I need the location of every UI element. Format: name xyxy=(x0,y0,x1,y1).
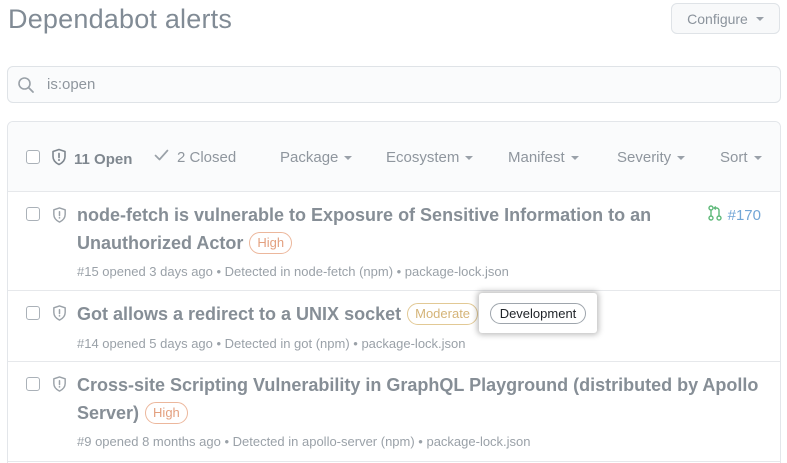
alert-title-line-1: Cross-site Scripting Vulnerability in Gr… xyxy=(77,375,759,395)
list-header: 11 Open 2 Closed Package Ecosystem Manif… xyxy=(8,122,780,192)
shield-icon xyxy=(51,206,68,229)
chevron-down-icon xyxy=(755,16,764,21)
check-icon xyxy=(154,148,169,166)
search-bar[interactable] xyxy=(7,66,781,103)
alert-title[interactable]: Got allows a redirect to a UNIX socket Mo… xyxy=(77,300,479,328)
alert-row[interactable]: Cross-site Scripting Vulnerability in Gr… xyxy=(8,362,780,462)
shield-icon xyxy=(51,375,68,398)
shield-icon xyxy=(50,148,68,170)
alert-meta: #14 opened 5 days ago • Detected in got … xyxy=(77,336,466,351)
chevron-down-icon xyxy=(677,155,686,160)
alert-title-line-2: Unauthorized Actor xyxy=(77,233,244,253)
severity-badge: Moderate xyxy=(407,303,479,325)
alert-meta: #9 opened 8 months ago • Detected in apo… xyxy=(77,434,531,449)
page-title: Dependabot alerts xyxy=(8,4,233,34)
chevron-down-icon xyxy=(344,155,353,160)
filter-package[interactable]: Package xyxy=(280,149,353,166)
open-count-label: 11 Open xyxy=(74,150,133,168)
configure-label: Configure xyxy=(687,10,748,27)
select-all-checkbox[interactable] xyxy=(26,150,40,164)
alert-title[interactable]: Cross-site Scripting Vulnerability in Gr… xyxy=(77,371,758,427)
filter-ecosystem-label: Ecosystem xyxy=(386,149,460,166)
filter-sort[interactable]: Sort xyxy=(720,149,762,166)
alert-checkbox[interactable] xyxy=(26,377,40,391)
alert-row[interactable]: Got allows a redirect to a UNIX socket Mo… xyxy=(8,291,780,362)
search-input[interactable] xyxy=(47,76,647,93)
alert-checkbox[interactable] xyxy=(26,207,40,221)
filter-manifest-label: Manifest xyxy=(508,149,565,166)
alert-title-line-1: node-fetch is vulnerable to Exposure of … xyxy=(77,205,652,225)
open-alerts-tab[interactable]: 11 Open xyxy=(50,148,132,170)
pull-request-number: #170 xyxy=(727,206,761,224)
closed-alerts-tab[interactable]: 2 Closed xyxy=(154,148,236,166)
filter-severity-label: Severity xyxy=(617,149,672,166)
search-icon xyxy=(17,76,35,94)
chevron-down-icon xyxy=(753,155,762,160)
alert-title-text: Got allows a redirect to a UNIX socket xyxy=(77,304,402,324)
severity-badge: High xyxy=(249,232,293,254)
label-highlight: Development xyxy=(479,293,597,333)
closed-count-label: 2 Closed xyxy=(177,148,237,166)
configure-button[interactable]: Configure xyxy=(671,3,780,34)
chevron-down-icon xyxy=(570,155,579,160)
pull-request-link[interactable]: #170 xyxy=(707,205,761,225)
alert-meta: #15 opened 3 days ago • Detected in node… xyxy=(77,264,509,279)
chevron-down-icon xyxy=(465,155,474,160)
development-label[interactable]: Development xyxy=(489,302,587,324)
pull-request-icon xyxy=(707,205,722,225)
alert-title[interactable]: node-fetch is vulnerable to Exposure of … xyxy=(77,201,651,257)
filter-package-label: Package xyxy=(280,149,339,166)
shield-icon xyxy=(51,304,68,327)
filter-ecosystem[interactable]: Ecosystem xyxy=(386,149,474,166)
filter-sort-label: Sort xyxy=(720,149,748,166)
alert-checkbox[interactable] xyxy=(26,306,40,320)
filter-manifest[interactable]: Manifest xyxy=(508,149,579,166)
alert-row[interactable]: node-fetch is vulnerable to Exposure of … xyxy=(8,192,780,291)
alert-title-line-2: Server) xyxy=(77,403,140,423)
alerts-list: 11 Open 2 Closed Package Ecosystem Manif… xyxy=(7,121,781,463)
filter-severity[interactable]: Severity xyxy=(617,149,686,166)
severity-badge: High xyxy=(145,402,188,424)
